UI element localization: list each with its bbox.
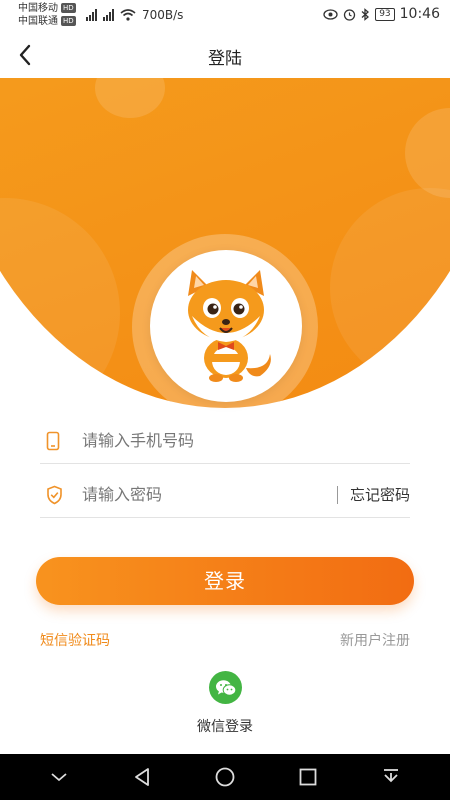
carrier-2: 中国联通 (18, 16, 58, 27)
phone-input[interactable] (72, 431, 410, 450)
eye-icon (323, 8, 338, 20)
square-recents-icon (299, 768, 317, 786)
login-button[interactable]: 登录 (36, 557, 414, 605)
carrier-1: 中国移动 (18, 3, 58, 14)
wechat-login-label: 微信登录 (197, 719, 253, 735)
page-title: 登陆 (208, 49, 242, 69)
signal-icon (86, 9, 97, 21)
password-field: 忘记密码 (40, 472, 410, 518)
network-indicators: 700B/s (86, 8, 183, 22)
circle-home-icon (215, 767, 235, 787)
phone-field (40, 418, 410, 464)
forgot-password-link[interactable]: 忘记密码 (336, 485, 410, 504)
status-bar: 中国移动 HD 中国联通 HD 700B/s 93 10:46 (0, 0, 450, 32)
wechat-icon (215, 679, 236, 696)
system-nav-bar (0, 754, 450, 800)
clock: 10:46 (399, 6, 440, 22)
hd-badge: HD (61, 3, 76, 13)
nav-recents-button[interactable] (288, 757, 328, 797)
nav-back-button[interactable] (122, 757, 162, 797)
hero-banner (0, 78, 450, 418)
nav-hide-button[interactable] (39, 757, 79, 797)
sms-code-link[interactable]: 短信验证码 (40, 630, 110, 650)
bluetooth-icon (361, 7, 370, 21)
shield-icon (40, 485, 72, 505)
fox-mascot-icon (188, 270, 271, 382)
chevron-down-icon (51, 773, 67, 782)
triangle-back-icon (135, 768, 150, 786)
nav-home-button[interactable] (205, 757, 245, 797)
hd-badge: HD (61, 16, 76, 26)
battery-icon: 93 (375, 7, 395, 21)
title-bar: 登陆 (0, 32, 450, 78)
password-input[interactable] (72, 485, 337, 504)
register-link[interactable]: 新用户注册 (340, 630, 410, 650)
pull-down-icon (383, 769, 398, 783)
phone-icon (40, 431, 72, 451)
signal-icon (103, 9, 114, 21)
carrier-info: 中国移动 HD 中国联通 HD (18, 2, 76, 28)
status-icons: 93 10:46 (323, 6, 440, 22)
alarm-icon (344, 8, 356, 21)
nav-notification-button[interactable] (371, 757, 411, 797)
net-speed: 700B/s (142, 8, 184, 22)
wechat-login-button[interactable] (209, 671, 242, 704)
mascot-avatar (150, 250, 302, 402)
wifi-icon (120, 9, 136, 21)
